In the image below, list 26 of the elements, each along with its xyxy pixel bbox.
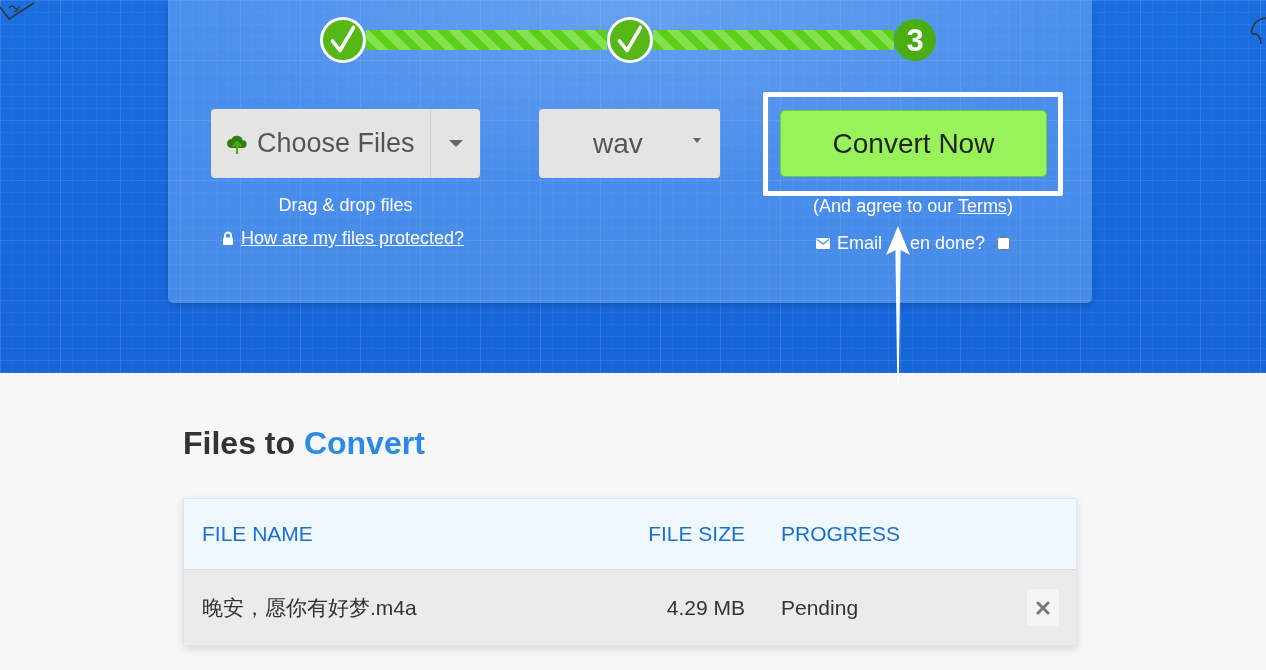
protection-link[interactable]: How are my files protected? — [241, 227, 465, 249]
sketch-doodle-icon — [0, 0, 36, 22]
step-number: 3 — [894, 19, 936, 61]
email-label: en done? — [909, 232, 986, 254]
file-name-cell-text: 晚安，愿你有好梦.m4a — [202, 594, 417, 621]
remove-button[interactable] — [1027, 589, 1059, 626]
section-heading: Files to Convert — [183, 424, 425, 463]
column-header: PROGRESS — [781, 522, 901, 546]
choose-files-button[interactable]: Choose Files — [211, 109, 430, 178]
format-dropdown[interactable]: wav — [539, 109, 720, 178]
drag-drop-hint: Drag & drop files — [278, 194, 413, 216]
terms-link[interactable]: Terms — [957, 196, 1007, 216]
envelope-icon — [815, 237, 830, 249]
progress-cell: Pending — [781, 595, 859, 620]
close-icon — [1036, 600, 1050, 615]
column-header: FILE SIZE — [648, 522, 745, 546]
email-checkbox[interactable] — [997, 236, 1011, 250]
squiggle-doodle-icon — [1248, 16, 1266, 46]
terms-note: (And agree to our Terms) — [813, 196, 1013, 216]
column-header: FILE NAME — [202, 522, 313, 546]
caret-icon — [448, 140, 463, 147]
email-label: Email — [836, 232, 882, 254]
lock-icon — [222, 231, 234, 245]
file-size-cell: 4.29 MB — [666, 595, 745, 620]
convert-now-button[interactable]: Convert Now — [780, 110, 1047, 177]
caret-icon — [693, 138, 701, 143]
